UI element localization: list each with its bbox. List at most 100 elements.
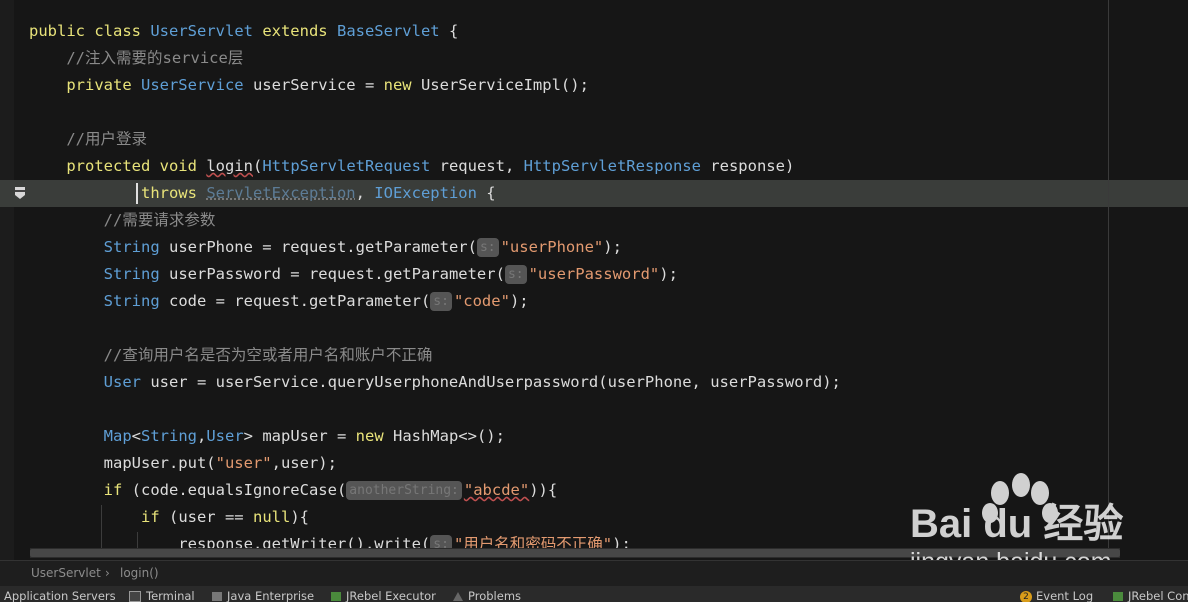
- code-token: User: [206, 427, 244, 445]
- tool-window-jrebel-console[interactable]: JRebel Cons: [1113, 586, 1188, 602]
- code-token: UserService: [140, 76, 244, 94]
- code-token: userService =: [243, 76, 384, 94]
- code-token: userPassword = request.getParameter(: [159, 265, 505, 283]
- code-token: userPhone = request.getParameter(: [159, 238, 477, 256]
- code-token: {: [439, 22, 459, 40]
- code-token: String: [103, 292, 160, 310]
- breadcrumb: UserServlet › login(): [0, 560, 1188, 586]
- code-token: throws: [29, 184, 207, 202]
- code-token: new: [355, 427, 393, 445]
- code-line[interactable]: //需要请求参数: [29, 207, 216, 234]
- tool-window-application-servers[interactable]: Application Servers: [4, 586, 116, 602]
- text-caret: [136, 183, 138, 204]
- code-line[interactable]: //查询用户名是否为空或者用户名和账户不正确: [29, 342, 433, 369]
- code-line[interactable]: User user = userService.queryUserphoneAn…: [29, 369, 841, 396]
- code-token: private: [29, 76, 141, 94]
- code-token: )){: [529, 481, 558, 499]
- code-token: request,: [430, 157, 524, 175]
- code-token: <: [131, 427, 141, 445]
- code-token: {: [476, 184, 496, 202]
- parameter-hint: anotherString:: [346, 481, 462, 500]
- parameter-hint: s:: [476, 238, 499, 257]
- code-token: public class: [29, 22, 151, 40]
- baidu-jingyan-watermark: Bai du 经验 jingyan.baidu.com: [909, 473, 1123, 560]
- tool-window-label: Event Log: [1036, 589, 1094, 602]
- code-token: //用户登录: [29, 130, 147, 148]
- code-line[interactable]: String userPhone = request.getParameter(…: [29, 234, 622, 261]
- code-token: if: [103, 481, 132, 499]
- editor-gutter[interactable]: [0, 0, 14, 560]
- tool-window-jrebel-executor[interactable]: JRebel Executor: [331, 586, 436, 602]
- code-token: Map: [103, 427, 132, 445]
- code-token: code = request.getParameter(: [159, 292, 431, 310]
- code-line[interactable]: throws ServletException, IOException {: [29, 180, 496, 207]
- code-token: (: [252, 157, 263, 175]
- code-line[interactable]: public class UserServlet extends BaseSer…: [29, 18, 458, 45]
- tool-window-label: Application Servers: [4, 589, 116, 602]
- bookmark-icon[interactable]: [14, 186, 26, 200]
- watermark-url: jingyan.baidu.com: [909, 548, 1112, 560]
- code-token: String: [141, 427, 197, 445]
- code-token: ,: [197, 427, 207, 445]
- parameter-hint: s:: [504, 265, 527, 284]
- tool-window-label: JRebel Cons: [1128, 589, 1188, 602]
- code-line[interactable]: mapUser.put("user",user);: [29, 450, 337, 477]
- code-token: UserServlet: [150, 22, 253, 40]
- code-line[interactable]: //注入需要的service层: [29, 45, 243, 72]
- code-line[interactable]: if (user == null){: [29, 504, 309, 531]
- code-token: (code.equalsIgnoreCase(: [131, 481, 347, 499]
- code-token: "userPhone": [500, 238, 604, 256]
- code-token: response): [700, 157, 795, 175]
- code-token: //注入需要的service层: [29, 49, 244, 67]
- code-token: );: [509, 292, 529, 310]
- code-token: "user": [215, 454, 272, 472]
- jrebel-icon: [331, 592, 341, 601]
- warning-icon: [453, 592, 463, 601]
- code-line[interactable]: protected void login(HttpServletRequest …: [29, 153, 794, 180]
- tool-window-event-log[interactable]: 2 Event Log: [1020, 586, 1093, 602]
- event-log-badge: 2: [1020, 590, 1032, 602]
- code-token: //需要请求参数: [29, 211, 216, 229]
- code-token: ServletException: [206, 184, 356, 202]
- code-token: (user ==: [168, 508, 253, 526]
- code-token: "code": [453, 292, 510, 310]
- tool-window-label: JRebel Executor: [346, 589, 436, 602]
- code-line[interactable]: String code = request.getParameter(s: "co…: [29, 288, 529, 315]
- tool-window-problems[interactable]: Problems: [453, 586, 521, 602]
- jrebel-icon: [1113, 592, 1123, 601]
- code-token: BaseServlet: [336, 22, 440, 40]
- code-token: HashMap<>();: [392, 427, 505, 445]
- code-token: > mapUser =: [243, 427, 356, 445]
- code-line[interactable]: //用户登录: [29, 126, 147, 153]
- code-token: "abcde": [463, 481, 530, 499]
- code-token: UserServiceImpl();: [420, 76, 589, 94]
- breadcrumb-method[interactable]: login(): [120, 561, 159, 585]
- code-token: String: [103, 265, 160, 283]
- breadcrumb-class[interactable]: UserServlet: [31, 561, 101, 585]
- tool-window-label: Java Enterprise: [227, 589, 315, 602]
- code-token: extends: [252, 22, 337, 40]
- code-token: ,: [355, 184, 375, 202]
- code-line[interactable]: private UserService userService = new Us…: [29, 72, 589, 99]
- code-token: ){: [290, 508, 309, 526]
- code-token: );: [659, 265, 678, 283]
- code-line[interactable]: Map<String,User> mapUser = new HashMap<>…: [29, 423, 505, 450]
- terminal-icon: [129, 591, 141, 602]
- code-token: HttpServletResponse: [523, 157, 701, 175]
- code-token: String: [103, 238, 160, 256]
- tool-window-java-enterprise[interactable]: Java Enterprise: [212, 586, 314, 602]
- code-editor[interactable]: public class UserServlet extends BaseSer…: [0, 0, 1188, 560]
- breadcrumb-separator: ›: [105, 566, 110, 580]
- code-line[interactable]: if (code.equalsIgnoreCase(anotherString:…: [29, 477, 557, 504]
- code-token: );: [603, 238, 622, 256]
- code-token: login: [206, 157, 253, 175]
- tool-window-terminal[interactable]: Terminal: [129, 586, 195, 602]
- code-token: HttpServletRequest: [262, 157, 431, 175]
- code-token: "userPassword": [528, 265, 660, 283]
- code-line[interactable]: String userPassword = request.getParamet…: [29, 261, 678, 288]
